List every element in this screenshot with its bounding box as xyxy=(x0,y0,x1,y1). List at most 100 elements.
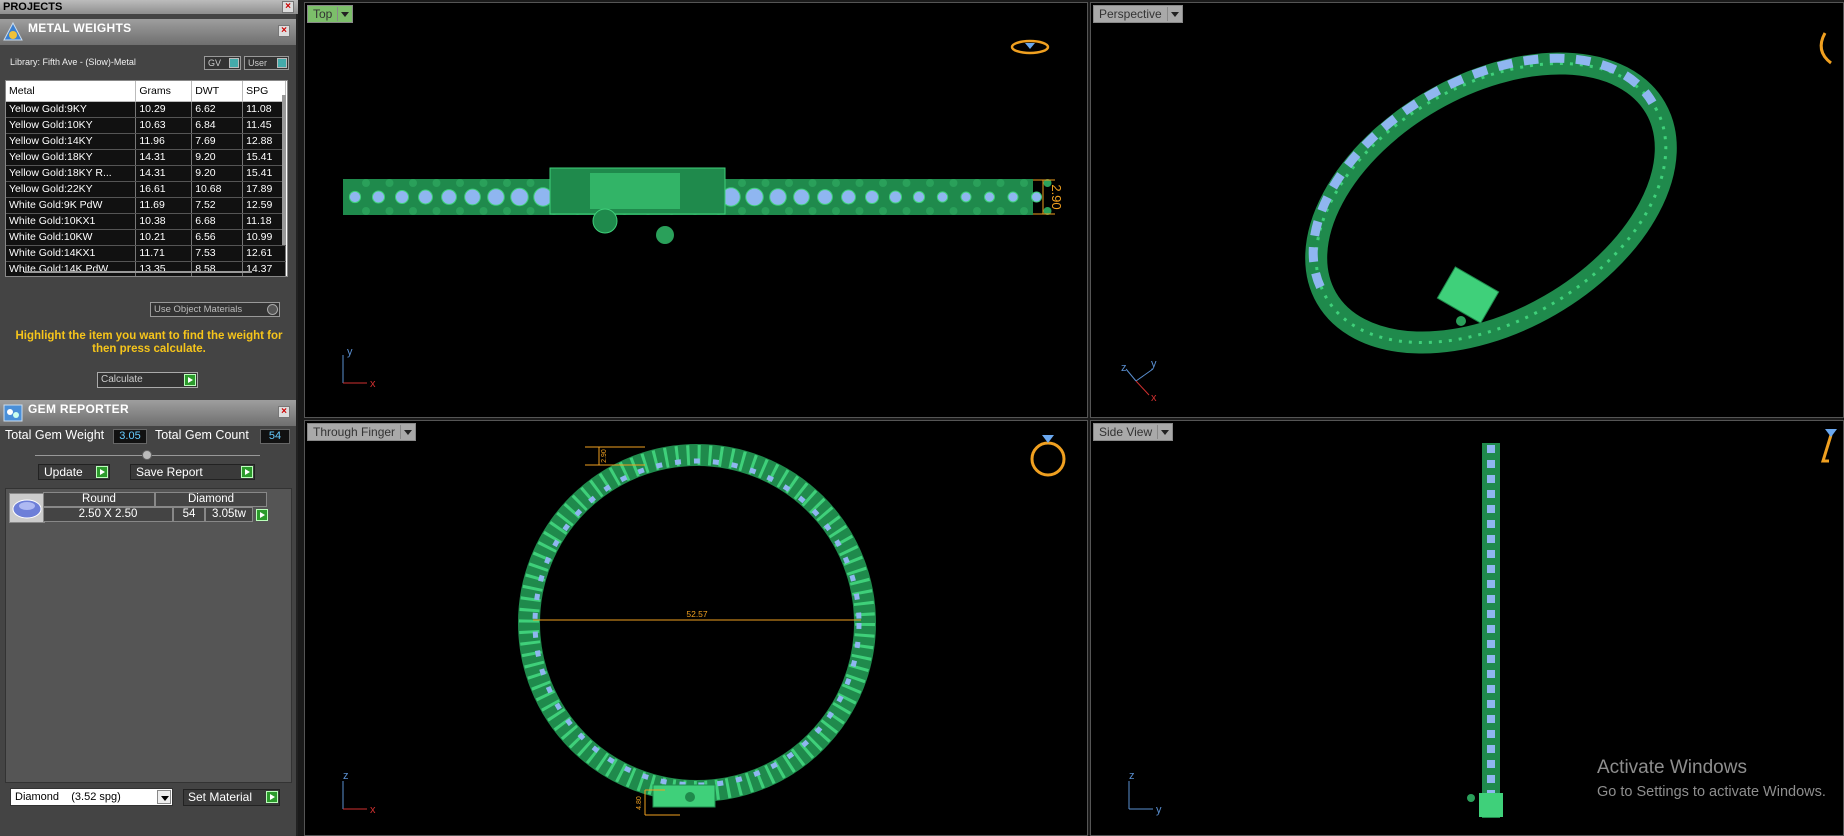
viewport-through-finger[interactable]: Through Finger 52.57 2.90 4.80 z x xyxy=(304,420,1088,836)
table-row[interactable]: White Gold:9K PdW 11.69 7.52 12.59 xyxy=(6,197,286,214)
column-header[interactable]: Metal xyxy=(6,81,137,102)
table-cell: Yellow Gold:14KY xyxy=(6,133,137,150)
save-report-label: Save Report xyxy=(136,465,203,479)
close-metal-weights-icon[interactable]: × xyxy=(278,25,290,37)
play-icon xyxy=(241,466,253,478)
close-gem-reporter-icon[interactable]: × xyxy=(278,406,290,418)
activate-windows-watermark: Activate Windows Go to Settings to activ… xyxy=(1597,756,1826,804)
library-label: Library: Fifth Ave - (Slow)-Metal xyxy=(10,57,136,67)
ring-icon xyxy=(1010,39,1050,55)
table-row[interactable]: Yellow Gold:14KY 11.96 7.69 12.88 xyxy=(6,133,286,150)
gem-reporter-icon xyxy=(3,404,23,422)
gem-material: Diamond xyxy=(155,492,267,507)
table-cell: White Gold:9K PdW xyxy=(6,197,137,214)
table-cell: White Gold:10KW xyxy=(6,229,137,246)
table-cell: White Gold:14K PdW xyxy=(6,261,137,276)
column-header[interactable]: SPG xyxy=(242,81,286,102)
table-cell: 11.45 xyxy=(242,117,286,134)
gem-count: 54 xyxy=(173,507,205,522)
left-panel: PROJECTS × METAL WEIGHTS × Library: Fift… xyxy=(0,0,298,836)
use-object-materials-checkbox[interactable]: Use Object Materials xyxy=(150,302,280,317)
bracelet-perspective xyxy=(1305,52,1677,354)
total-gem-weight-value: 3.05 xyxy=(113,429,147,444)
table-cell: 11.71 xyxy=(135,245,193,262)
axis-x-label: x xyxy=(370,378,376,390)
axis-indicator: z x xyxy=(342,770,376,816)
play-icon xyxy=(184,374,196,386)
slider-knob[interactable] xyxy=(142,450,152,460)
diameter-label: 52.57 xyxy=(686,609,708,619)
viewport-top[interactable]: Top 2.90 y x xyxy=(304,2,1088,418)
table-row[interactable]: White Gold:10KW 10.21 6.56 10.99 xyxy=(6,229,286,246)
table-cell: 12.59 xyxy=(242,197,286,214)
table-cell: 12.88 xyxy=(242,133,286,150)
set-material-label: Set Material xyxy=(188,790,253,804)
gv-label: GV xyxy=(208,58,222,68)
table-cell: 7.52 xyxy=(191,197,244,214)
table-row[interactable]: Yellow Gold:18KY 14.31 9.20 15.41 xyxy=(6,149,286,166)
close-projects-icon[interactable]: × xyxy=(282,1,294,13)
table-cell: 14.31 xyxy=(135,149,193,166)
gem-row-play-icon[interactable] xyxy=(256,509,268,521)
viewport-perspective[interactable]: Perspective z y x xyxy=(1090,2,1844,418)
axis-indicator: z y x xyxy=(1121,358,1157,404)
table-cell: 11.96 xyxy=(135,133,193,150)
table-cell: 10.38 xyxy=(135,213,193,230)
play-icon xyxy=(96,466,108,478)
table-cell: 12.61 xyxy=(242,245,286,262)
table-vertical-scrollbar[interactable] xyxy=(282,95,286,245)
table-row[interactable]: White Gold:14K PdW 13.35 8.58 14.37 xyxy=(6,261,286,276)
material-select[interactable]: Diamond (3.52 spg) xyxy=(10,788,173,806)
column-header[interactable]: DWT xyxy=(191,81,244,102)
material-select-value: Diamond (3.52 spg) xyxy=(15,791,121,803)
gem-shape: Round xyxy=(43,492,155,507)
table-row[interactable]: Yellow Gold:18KY R... 14.31 9.20 15.41 xyxy=(6,165,286,182)
table-cell: 11.08 xyxy=(242,101,286,118)
axis-z-label: z xyxy=(1121,362,1127,374)
table-cell: 10.68 xyxy=(191,181,244,198)
axis-indicator: y x xyxy=(342,346,376,390)
axis-y-label: y xyxy=(1156,804,1162,816)
table-cell: 7.69 xyxy=(191,133,244,150)
table-cell: Yellow Gold:10KY xyxy=(6,117,137,134)
gv-toggle[interactable]: GV xyxy=(204,56,241,70)
top-dimension-label: 2.90 xyxy=(1049,184,1064,209)
table-cell: Yellow Gold:18KY R... xyxy=(6,165,137,182)
table-cell: Yellow Gold:22KY xyxy=(6,181,137,198)
top-dim-label: 2.90 xyxy=(601,449,608,463)
table-horizontal-scrollbar[interactable] xyxy=(24,271,252,273)
table-cell: 10.21 xyxy=(135,229,193,246)
table-cell: 14.31 xyxy=(135,165,193,182)
table-cell: 9.20 xyxy=(191,165,244,182)
ring-icon xyxy=(1030,435,1066,477)
gem-weight: 3.05tw xyxy=(205,507,253,522)
top-view-canvas: 2.90 y x xyxy=(342,39,1064,390)
metal-weights-header: METAL WEIGHTS × xyxy=(0,19,296,45)
table-cell: 10.99 xyxy=(242,229,286,246)
calculate-button[interactable]: Calculate xyxy=(97,372,198,388)
save-report-button[interactable]: Save Report xyxy=(130,464,255,480)
table-cell: 6.56 xyxy=(191,229,244,246)
table-cell: 10.63 xyxy=(135,117,193,134)
table-cell: Yellow Gold:18KY xyxy=(6,149,137,166)
axis-y-label: y xyxy=(347,346,353,358)
table-row[interactable]: Yellow Gold:22KY 16.61 10.68 17.89 xyxy=(6,181,286,198)
table-cell: White Gold:10KX1 xyxy=(6,213,137,230)
set-material-button[interactable]: Set Material xyxy=(183,789,280,806)
axis-z-label: z xyxy=(343,770,349,782)
round-gem-icon xyxy=(9,493,45,523)
table-row[interactable]: Yellow Gold:10KY 10.63 6.84 11.45 xyxy=(6,117,286,134)
update-button[interactable]: Update xyxy=(38,464,110,480)
table-row[interactable]: White Gold:14KX1 11.71 7.53 12.61 xyxy=(6,245,286,262)
radio-icon xyxy=(267,304,278,315)
column-header[interactable]: Grams xyxy=(135,81,193,102)
table-row[interactable]: Yellow Gold:9KY 10.29 6.62 11.08 xyxy=(6,101,286,118)
table-cell: 15.41 xyxy=(242,165,286,182)
user-toggle[interactable]: User xyxy=(244,56,289,70)
axis-z-label: z xyxy=(1129,770,1135,782)
user-label: User xyxy=(248,58,268,68)
through-finger-canvas: 52.57 2.90 4.80 z x xyxy=(342,435,1066,816)
table-row[interactable]: White Gold:10KX1 10.38 6.68 11.18 xyxy=(6,213,286,230)
table-cell: 15.41 xyxy=(242,149,286,166)
table-cell: 9.20 xyxy=(191,149,244,166)
